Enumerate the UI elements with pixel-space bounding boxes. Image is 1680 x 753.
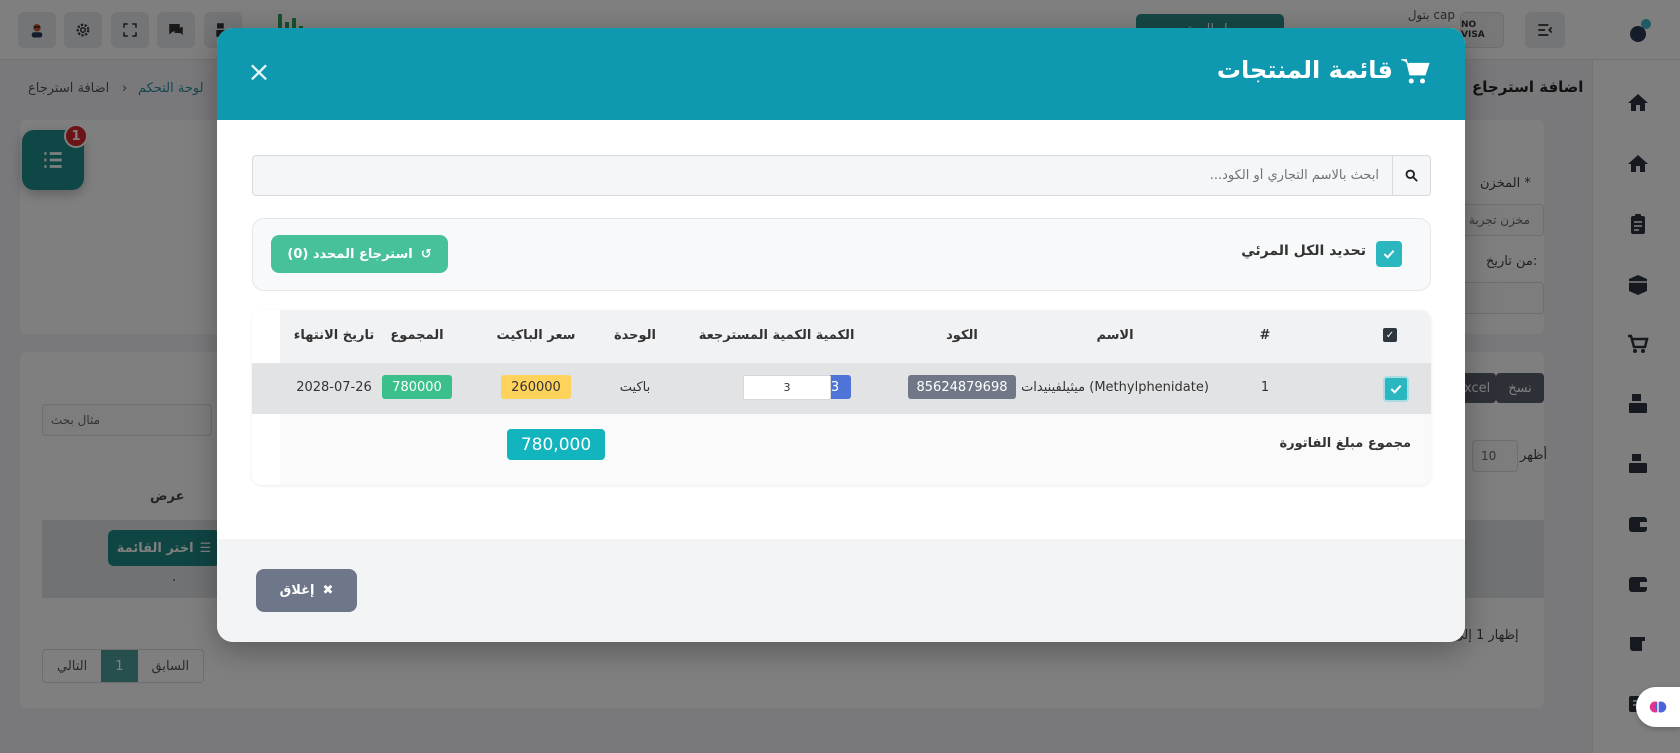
header-check-icon[interactable]: ✓ [1383, 328, 1397, 342]
assistant-brain-button[interactable] [1636, 687, 1680, 727]
select-all-checkbox[interactable] [1376, 241, 1402, 267]
col-index: # [1259, 328, 1271, 343]
check-icon [1383, 249, 1395, 259]
modal-header: قائمة المنتجات × [217, 28, 1465, 120]
search-button[interactable] [1392, 156, 1430, 195]
times-icon: ✖ [322, 583, 334, 598]
col-unit: الوحدة [613, 328, 657, 343]
undo-icon: ↺ [420, 246, 432, 262]
cart-icon [1401, 59, 1430, 84]
product-search-input[interactable] [253, 156, 1393, 195]
brain-icon [1649, 701, 1667, 713]
return-selected-label: استرجاع المحدد (0) [287, 246, 413, 262]
modal-footer [217, 539, 1465, 642]
col-pack-price: سعر الباكيت [496, 328, 576, 343]
invoice-total-badge: 780,000 [507, 429, 605, 460]
row-index: 1 [1260, 380, 1270, 395]
row-price-badge: 260000 [501, 375, 571, 399]
invoice-total-label: مجموع مبلغ الفاتورة [1279, 436, 1411, 451]
search-icon [1405, 169, 1418, 182]
check-icon [1390, 384, 1402, 394]
products-table: ✓ # الاسم الكود الكمية الكمية المسترجعة … [252, 310, 1431, 485]
products-modal: قائمة المنتجات × تحديد الكل المرئي ↺ است… [217, 28, 1465, 642]
close-button-label: إغلاق [279, 583, 315, 598]
row-unit: باكيت [619, 380, 651, 395]
row-expiry: 2028-07-26 [296, 380, 372, 395]
modal-title: قائمة المنتجات [1216, 56, 1393, 84]
product-search [252, 155, 1431, 196]
col-name: الاسم [1096, 328, 1134, 343]
col-total: المجموع [390, 328, 444, 343]
row-code-badge: 85624879698 [908, 375, 1016, 399]
returned-qty-input[interactable] [743, 375, 831, 400]
table-header: ✓ # الاسم الكود الكمية الكمية المسترجعة … [280, 310, 1431, 363]
col-returned-qty: الكمية المسترجعة [698, 328, 812, 343]
return-selected-button[interactable]: ↺ استرجاع المحدد (0) [271, 235, 448, 273]
close-button[interactable]: ✖ إغلاق [256, 569, 357, 612]
row-name: ميثيلفينيدات (Methylphenidate) [1021, 380, 1209, 395]
close-icon[interactable]: × [247, 58, 271, 86]
col-expiry: تاريخ الانتهاء [293, 328, 375, 343]
col-code: الكود [946, 328, 978, 343]
col-qty: الكمية [815, 328, 855, 343]
row-total-badge: 780000 [382, 375, 452, 399]
row-checkbox[interactable] [1383, 376, 1409, 402]
table-row: 1 ميثيلفينيدات (Methylphenidate) 8562487… [252, 363, 1431, 414]
bulk-select-panel: تحديد الكل المرئي ↺ استرجاع المحدد (0) [252, 218, 1431, 291]
select-all-label: تحديد الكل المرئي [1241, 243, 1366, 259]
